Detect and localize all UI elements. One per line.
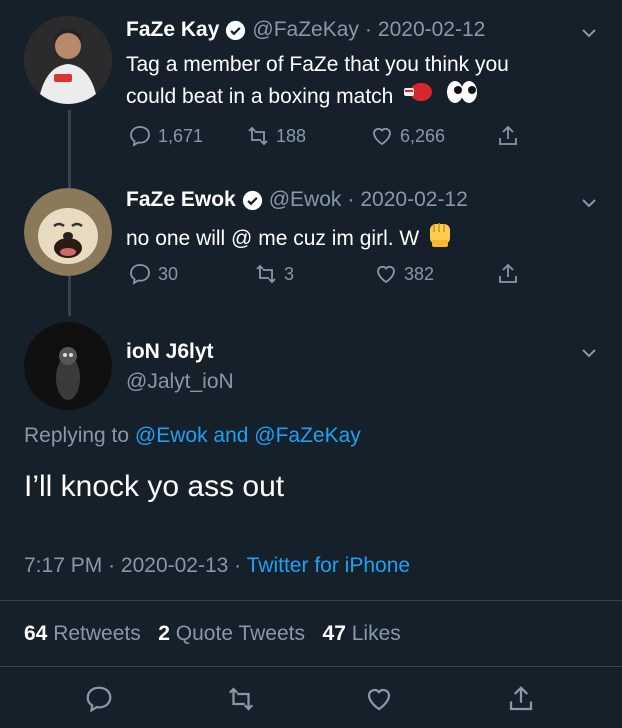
reply-count: 1,671: [158, 125, 204, 146]
reply-count: 30: [158, 263, 179, 284]
thread-line: [68, 110, 71, 188]
tweet-text-line: Tag a member of FaZe that you think you: [126, 53, 509, 76]
tweet-header: FaZe Kay @FaZeKay · 2020-02-12: [126, 18, 485, 42]
tweet-text: no one will @ me cuz im girl. W: [126, 220, 453, 257]
divider: [0, 666, 622, 667]
like-count: 6,266: [400, 125, 446, 146]
tweet-header: FaZe Ewok @Ewok · 2020-02-12: [126, 188, 468, 212]
share-button[interactable]: [506, 684, 536, 719]
replying-to-label: Replying to: [24, 424, 130, 447]
author-name[interactable]: ioN J6lyt: [126, 340, 214, 364]
author-name[interactable]: FaZe Ewok: [126, 188, 236, 212]
likes-count: 47: [322, 622, 346, 645]
tweet-date[interactable]: 2020-02-12: [378, 18, 485, 42]
share-action[interactable]: [496, 262, 520, 286]
tweet-timestamp: 7:17 PM · 2020-02-13 · Twitter for iPhon…: [24, 554, 410, 578]
boxing-glove-icon: [401, 81, 437, 112]
avatar[interactable]: [24, 188, 112, 276]
separator: ·: [108, 554, 116, 577]
tweet-actions: 30 3 382: [126, 262, 526, 290]
replying-to: Replying to @Ewok and @FaZeKay: [24, 424, 361, 448]
thread-line: [68, 272, 71, 316]
separator: ·: [347, 188, 355, 211]
raised-fist-icon: [427, 220, 453, 257]
replying-to-link[interactable]: @Ewok and @FaZeKay: [135, 424, 361, 447]
reply-button[interactable]: [84, 684, 114, 719]
reply-action[interactable]: 1,671: [128, 124, 203, 148]
avatar-image: [24, 188, 112, 276]
more-options-button[interactable]: [580, 24, 598, 47]
tweet-date[interactable]: 2020-02-12: [360, 188, 467, 212]
heart-icon: [373, 127, 391, 146]
reply-action[interactable]: 30: [128, 262, 178, 286]
engagement-stats: 64 Retweets 2 Quote Tweets 47 Likes: [24, 622, 401, 646]
author-handle[interactable]: @Jalyt_ioN: [126, 370, 234, 394]
verified-icon: [242, 190, 263, 211]
tweet-actions: 1,671 188 6,266: [126, 124, 526, 152]
reply-icon: [130, 126, 150, 147]
retweet-icon: [228, 687, 254, 711]
share-icon: [499, 263, 517, 283]
like-action[interactable]: 382: [374, 262, 434, 286]
separator: ·: [364, 18, 372, 41]
retweets-stat[interactable]: 64 Retweets: [24, 622, 147, 645]
retweet-count: 188: [276, 125, 307, 146]
retweet-action[interactable]: 188: [246, 124, 306, 148]
quote-tweets-stat[interactable]: 2 Quote Tweets: [158, 622, 311, 645]
reply-icon: [86, 686, 112, 713]
heart-icon: [367, 688, 391, 711]
author-handle[interactable]: @FaZeKay: [252, 18, 359, 42]
tweet-time[interactable]: 7:17 PM: [24, 554, 102, 577]
share-action[interactable]: [496, 124, 520, 148]
reply-icon: [130, 264, 150, 285]
chevron-down-icon: [582, 29, 596, 38]
quote-tweets-count: 2: [158, 622, 170, 645]
more-options-button[interactable]: [580, 344, 598, 367]
retweet-icon: [256, 264, 276, 284]
avatar-image: [24, 322, 112, 410]
share-icon: [509, 686, 533, 711]
more-options-button[interactable]: [580, 194, 598, 217]
retweet-icon: [248, 126, 268, 146]
retweet-action[interactable]: 3: [254, 262, 294, 286]
share-icon: [499, 125, 517, 145]
chevron-down-icon: [582, 199, 596, 208]
quote-tweets-label: Quote Tweets: [175, 622, 305, 645]
chevron-down-icon: [582, 349, 596, 358]
like-button[interactable]: [364, 684, 394, 719]
main-actions: [0, 682, 622, 716]
tweet-date[interactable]: 2020-02-13: [121, 554, 228, 577]
like-action[interactable]: 6,266: [370, 124, 445, 148]
avatar-image: [24, 16, 112, 104]
eyes-icon: [445, 80, 479, 113]
tweet-text-line: no one will @ me cuz im girl. W: [126, 226, 420, 250]
avatar[interactable]: [24, 322, 112, 410]
tweet-text: Tag a member of FaZe that you think you …: [126, 50, 606, 113]
retweets-count: 64: [24, 622, 48, 645]
tweet-text-line: could beat in a boxing match: [126, 84, 394, 108]
avatar[interactable]: [24, 16, 112, 104]
likes-stat[interactable]: 47 Likes: [323, 622, 401, 645]
divider: [0, 600, 622, 601]
retweets-label: Retweets: [53, 622, 141, 645]
tweet-client-link[interactable]: Twitter for iPhone: [247, 554, 410, 577]
author-handle[interactable]: @Ewok: [269, 188, 342, 212]
heart-icon: [377, 265, 395, 284]
tweet-text-line-2: could beat in a boxing match: [126, 80, 606, 113]
retweet-button[interactable]: [226, 684, 256, 719]
separator: ·: [234, 554, 242, 577]
verified-icon: [225, 20, 246, 41]
author-name[interactable]: FaZe Kay: [126, 18, 219, 42]
likes-label: Likes: [351, 622, 401, 645]
main-tweet-text: I’ll knock yo ass out: [24, 470, 285, 503]
retweet-count: 3: [284, 263, 295, 284]
like-count: 382: [404, 263, 435, 284]
